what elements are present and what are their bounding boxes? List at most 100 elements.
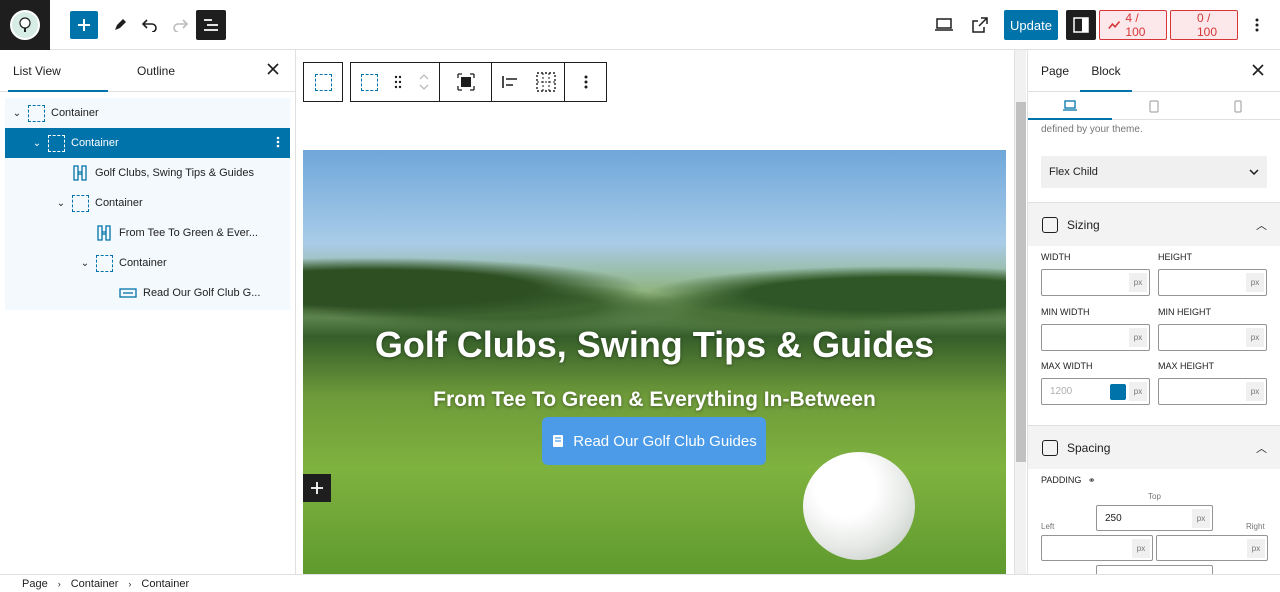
unit-select[interactable]: px (1132, 539, 1150, 558)
layout-button[interactable] (528, 64, 564, 100)
more-vertical-icon (1255, 18, 1259, 32)
site-logo[interactable] (0, 0, 50, 50)
max-width-placeholder: 1200 (1050, 386, 1073, 397)
max-width-input[interactable]: 1200 px (1041, 378, 1150, 405)
unit-select[interactable]: px (1129, 382, 1147, 401)
options-button[interactable] (1248, 10, 1266, 40)
width-input[interactable]: px (1041, 269, 1150, 296)
drag-handle[interactable] (387, 64, 409, 100)
chevron-down-icon[interactable]: ⌄ (11, 108, 23, 119)
preview-button[interactable] (930, 10, 958, 40)
padding-bottom-input[interactable] (1096, 565, 1213, 574)
block-inserter-button[interactable] (303, 474, 331, 502)
tools-button[interactable] (108, 10, 132, 40)
sizing-section-header[interactable]: Sizing ︿ (1028, 202, 1280, 246)
breadcrumb-page[interactable]: Page (22, 578, 48, 590)
unit-select[interactable]: px (1246, 273, 1264, 292)
tab-page[interactable]: Page (1041, 50, 1081, 92)
device-desktop[interactable] (1028, 92, 1112, 120)
unit-select[interactable]: px (1129, 273, 1147, 292)
add-block-button[interactable] (70, 11, 98, 39)
unit-select[interactable]: px (1192, 509, 1210, 528)
breadcrumb-container-current[interactable]: Container (141, 578, 189, 590)
settings-panel: Page Block defined by your theme. Flex C… (1027, 50, 1280, 574)
height-input[interactable]: px (1158, 269, 1267, 296)
book-icon (553, 435, 564, 447)
tree-item-container-inner[interactable]: ⌄ Container (5, 248, 290, 278)
redo-button[interactable] (168, 10, 192, 40)
min-width-input[interactable]: px (1041, 324, 1150, 351)
mobile-icon (1234, 99, 1242, 113)
button-icon (119, 284, 137, 302)
update-button[interactable]: Update (1004, 10, 1058, 40)
list-view-panel: List View Outline ⌄ Container ⌄ Containe… (0, 50, 296, 574)
hero-title[interactable]: Golf Clubs, Swing Tips & Guides (303, 324, 1006, 366)
undo-button[interactable] (138, 10, 162, 40)
hero-section[interactable]: Golf Clubs, Swing Tips & Guides From Tee… (303, 150, 1006, 574)
tree-item-label: From Tee To Green & Ever... (119, 227, 258, 239)
parent-selector[interactable] (303, 62, 343, 102)
container-icon (360, 73, 378, 91)
performance-counter[interactable]: 4 / 100 (1099, 10, 1167, 40)
close-panel-button[interactable] (267, 63, 281, 77)
tree-item-subheading[interactable]: From Tee To Green & Ever... (5, 218, 290, 248)
settings-toggle[interactable] (1066, 10, 1096, 40)
device-tablet[interactable] (1112, 92, 1196, 120)
block-options-button[interactable] (565, 62, 607, 102)
left-panel-tabs: List View Outline (0, 50, 295, 92)
external-link-icon (972, 17, 988, 33)
spacing-icon (1042, 439, 1058, 456)
hero-cta-button[interactable]: Read Our Golf Club Guides (542, 417, 766, 465)
padding-right-input[interactable]: px (1156, 535, 1268, 561)
container-icon (27, 104, 45, 122)
tree-item-label: Golf Clubs, Swing Tips & Guides (95, 167, 254, 179)
hero-subtitle[interactable]: From Tee To Green & Everything In-Betwee… (303, 388, 1006, 412)
tree-item-container[interactable]: ⌄ Container (5, 188, 290, 218)
chevron-down-icon[interactable]: ⌄ (79, 258, 91, 269)
tablet-icon (1149, 99, 1159, 113)
unit-select[interactable]: px (1246, 328, 1264, 347)
fullwidth-button[interactable] (440, 62, 492, 102)
padding-top-value: 250 (1105, 512, 1122, 524)
tree-item-container-selected[interactable]: ⌄ Container (5, 128, 290, 158)
golf-ball-image (803, 452, 915, 560)
move-buttons[interactable] (409, 64, 439, 100)
tree-item-container-root[interactable]: ⌄ Container (5, 98, 290, 128)
accessibility-counter[interactable]: 0 / 100 (1170, 10, 1238, 40)
list-view-icon (204, 19, 218, 31)
breadcrumb-container[interactable]: Container (71, 578, 119, 590)
scrollbar-thumb[interactable] (1016, 102, 1026, 462)
tree-item-button[interactable]: Read Our Golf Club G... (5, 278, 290, 308)
padding-label-text: PADDING (1041, 475, 1082, 485)
padding-top-input[interactable]: 250 px (1096, 505, 1213, 531)
chevron-down-icon[interactable]: ⌄ (55, 198, 67, 209)
unit-select[interactable]: px (1247, 539, 1265, 558)
editor-canvas: Golf Clubs, Swing Tips & Guides From Tee… (296, 50, 1014, 574)
link-icon[interactable]: ⚭ (1088, 475, 1096, 485)
max-height-input[interactable]: px (1158, 378, 1267, 405)
close-settings-button[interactable] (1252, 64, 1266, 78)
desktop-icon (935, 18, 953, 31)
align-button[interactable] (492, 64, 528, 100)
globe-icon[interactable] (1110, 384, 1126, 400)
min-height-input[interactable]: px (1158, 324, 1267, 351)
spacing-section-header[interactable]: Spacing ︿ (1028, 425, 1280, 469)
tab-outline[interactable]: Outline (137, 50, 197, 92)
tree-item-heading[interactable]: Golf Clubs, Swing Tips & Guides (5, 158, 290, 188)
tab-list-view[interactable]: List View (8, 50, 108, 92)
list-view-toggle[interactable] (196, 10, 226, 40)
padding-right-label: Right (1246, 522, 1265, 531)
flex-child-select[interactable]: Flex Child (1041, 156, 1267, 188)
padding-left-input[interactable]: px (1041, 535, 1153, 561)
tab-block[interactable]: Block (1080, 50, 1132, 92)
unit-select[interactable]: px (1246, 382, 1264, 401)
canvas-scrollbar[interactable] (1014, 50, 1026, 574)
redo-icon (173, 19, 188, 32)
device-mobile[interactable] (1196, 92, 1280, 120)
container-icon (314, 73, 332, 91)
block-type-button[interactable] (351, 64, 387, 100)
chevron-down-icon[interactable]: ⌄ (31, 138, 43, 149)
view-post-button[interactable] (966, 10, 994, 40)
unit-select[interactable]: px (1129, 328, 1147, 347)
more-vertical-icon[interactable] (276, 136, 280, 151)
